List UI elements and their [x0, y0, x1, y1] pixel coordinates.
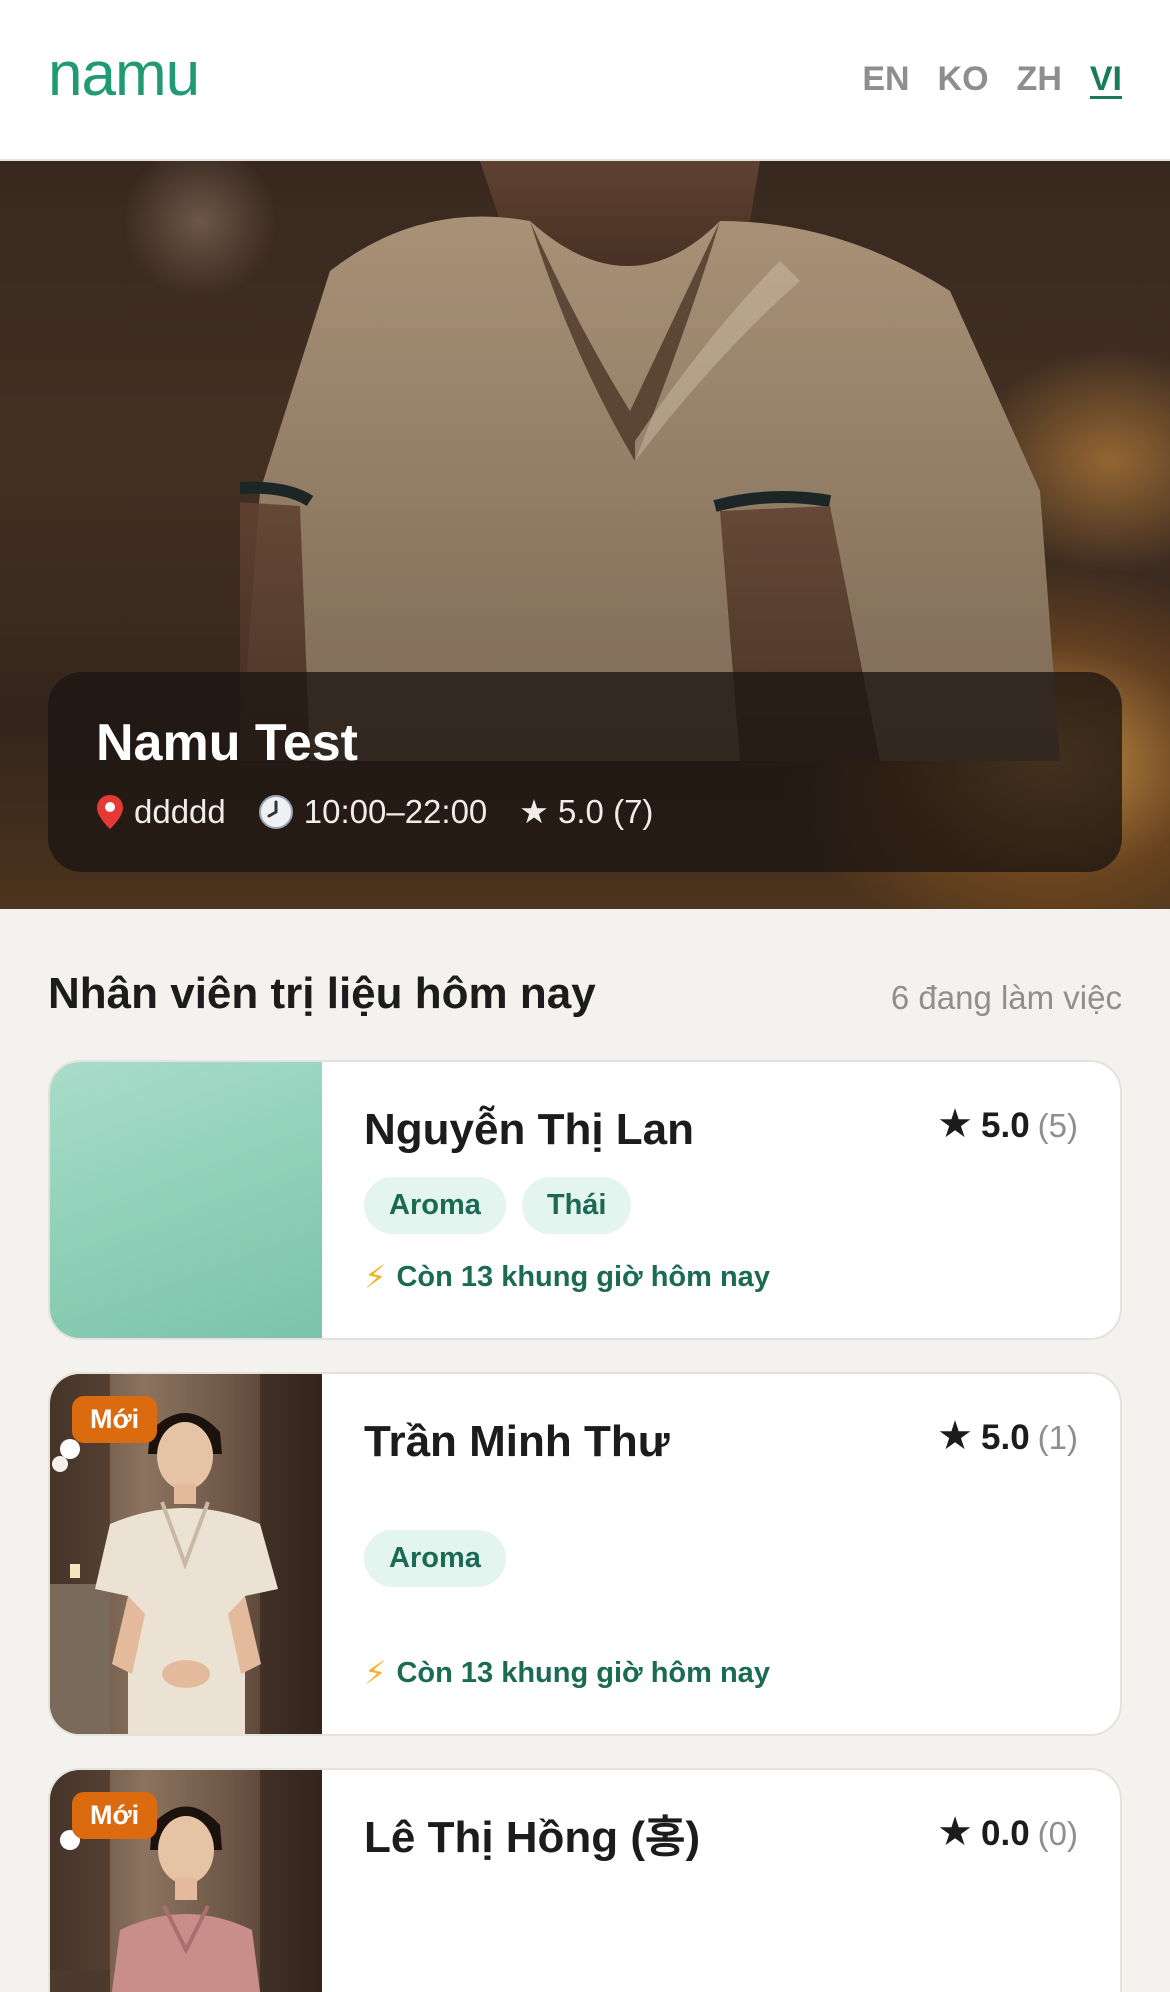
top-header: namu EN KO ZH VI [0, 0, 1170, 161]
star-icon: ★ [937, 1102, 973, 1146]
therapist-rating: ★ 5.0 (1) [937, 1412, 1078, 1460]
clock-icon [258, 794, 294, 830]
new-badge: Mới [72, 1396, 158, 1443]
hero-image: Namu Test ddddd 10:00–22:00 ★ 5.0 (7) [0, 161, 1170, 909]
shop-hours-text: 10:00–22:00 [303, 792, 488, 830]
lang-zh[interactable]: ZH [1017, 62, 1062, 96]
therapist-card[interactable]: Nguyễn Thị Lan ★ 5.0 (5) Aroma Thái ⚡ Cò… [48, 1060, 1122, 1340]
lightning-icon: ⚡ [364, 1655, 387, 1691]
rating-count: (0) [1037, 1815, 1078, 1852]
shop-meta: ddddd 10:00–22:00 ★ 5.0 (7) [96, 792, 653, 831]
shop-rating: ★ 5.0 (7) [519, 793, 654, 830]
available-slots-text: Còn 13 khung giờ hôm nay [396, 1656, 770, 1689]
shop-name: Namu Test [96, 714, 358, 772]
tag: Aroma [364, 1530, 506, 1587]
shop-info-card: Namu Test ddddd 10:00–22:00 ★ 5.0 (7) [48, 672, 1122, 872]
therapist-name: Lê Thị Hồng (홍) [364, 1813, 701, 1862]
tag: Aroma [364, 1177, 506, 1234]
lang-vi[interactable]: VI [1090, 62, 1122, 96]
rating-count: (5) [1037, 1107, 1078, 1144]
pin-icon [96, 794, 124, 830]
therapist-name: Nguyễn Thị Lan [364, 1105, 694, 1154]
lang-en[interactable]: EN [862, 62, 909, 96]
rating-value: 0.0 [981, 1814, 1030, 1853]
therapist-photo: Mới [50, 1770, 322, 1992]
rating-value: 5.0 [981, 1418, 1030, 1457]
therapist-card[interactable]: Mới Trần Minh Thư ★ 5.0 (1) Aroma ⚡ Còn … [48, 1372, 1122, 1736]
rating-value: 5.0 [981, 1106, 1030, 1145]
shop-hours: 10:00–22:00 [258, 792, 488, 831]
therapist-rating: ★ 0.0 (0) [937, 1808, 1078, 1856]
star-icon: ★ [937, 1810, 973, 1854]
therapist-tags: Aroma [364, 1530, 506, 1587]
therapist-photo-placeholder [50, 1062, 322, 1338]
available-slots: ⚡ Còn 13 khung giờ hôm nay [364, 1654, 770, 1692]
section-title: Nhân viên trị liệu hôm nay [48, 969, 596, 1018]
new-badge: Mới [72, 1792, 158, 1839]
shop-location: ddddd [96, 793, 226, 831]
therapist-photo: Mới [50, 1374, 322, 1734]
tag: Thái [521, 1177, 632, 1234]
rating-count: (1) [1037, 1419, 1078, 1456]
available-slots-text: Còn 13 khung giờ hôm nay [396, 1260, 770, 1293]
therapist-rating: ★ 5.0 (5) [937, 1100, 1078, 1148]
lightning-icon: ⚡ [364, 1259, 387, 1295]
lang-ko[interactable]: KO [938, 62, 989, 96]
therapist-name: Trần Minh Thư [364, 1417, 670, 1466]
working-count: 6 đang làm việc [890, 979, 1122, 1016]
therapist-card[interactable]: Mới Lê Thị Hồng (홍) ★ 0.0 (0) [48, 1768, 1122, 1992]
shop-location-text: ddddd [134, 792, 226, 830]
available-slots: ⚡ Còn 13 khung giờ hôm nay [364, 1258, 770, 1296]
namu-logo[interactable]: namu [48, 44, 200, 106]
star-icon: ★ [937, 1414, 973, 1458]
therapist-tags: Aroma Thái [364, 1177, 632, 1234]
therapists-section-header: Nhân viên trị liệu hôm nay 6 đang làm vi… [48, 968, 1122, 1028]
language-switcher: EN KO ZH VI [862, 62, 1122, 96]
